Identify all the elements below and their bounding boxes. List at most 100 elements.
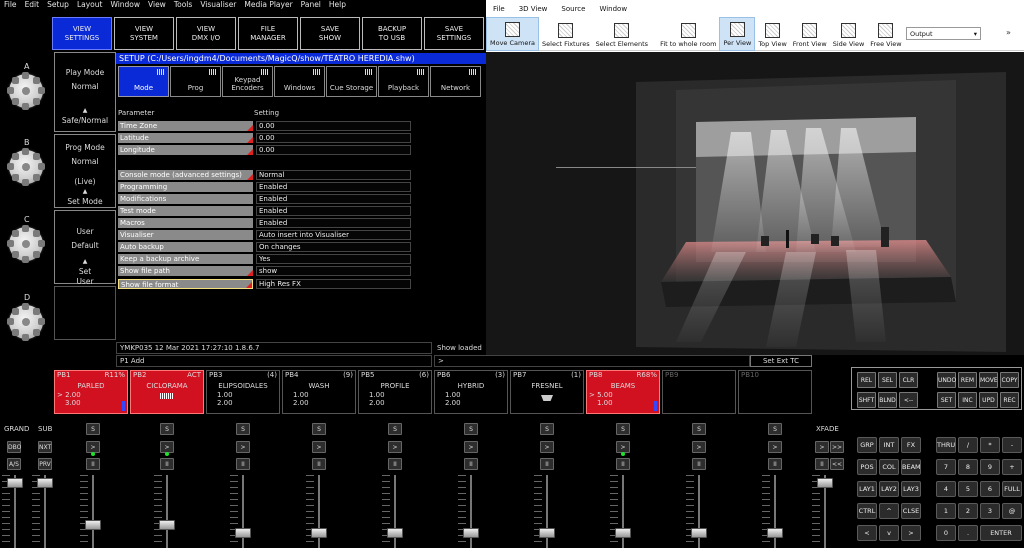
user-box[interactable]: User Default ▲ Set User [54,210,116,286]
fader-go-button[interactable]: > [464,441,478,453]
encoder-knob-icon[interactable] [7,72,45,110]
menu-item-10[interactable]: Help [325,0,350,10]
keypad-key[interactable]: 3 [980,503,1000,519]
fader-handle[interactable] [387,528,403,538]
fader-handle[interactable] [691,528,707,538]
pad-button[interactable]: SEL [878,372,897,388]
menu-item-6[interactable]: Tools [170,0,196,10]
menu-item-8[interactable]: Media Player [240,0,296,10]
menu-item-0[interactable]: File [0,0,21,10]
vis-menu-item[interactable]: File [486,0,512,15]
top-button-0[interactable]: VIEW SETTINGS [52,17,112,50]
param-value[interactable]: 0.00 [256,121,411,131]
tab-3[interactable]: Windows [274,66,325,97]
tab-2[interactable]: Keypad Encoders [222,66,273,97]
param-value[interactable]: Yes [256,254,411,264]
fader-pause-button[interactable]: II [160,458,174,470]
keypad-key[interactable]: BEAM [901,459,921,475]
menu-item-2[interactable]: Setup [43,0,73,10]
vis-tool-7[interactable]: Side View [830,17,868,51]
fader-go-button[interactable]: > [236,441,250,453]
keypad-key[interactable]: + [1002,459,1022,475]
menu-item-9[interactable]: Panel [297,0,325,10]
menu-item-7[interactable]: Visualiser [196,0,240,10]
tab-5[interactable]: Playback [378,66,429,97]
param-value[interactable]: Auto insert into Visualiser [256,230,411,240]
vis-tool-1[interactable]: Select Fixtures [539,17,593,51]
prog-mode-box[interactable]: Prog Mode Normal (Live) ▲ Set Mode [54,134,116,208]
param-value[interactable]: On changes [256,242,411,252]
keypad-key[interactable]: POS [857,459,877,475]
vis-menu-item[interactable]: 3D View [512,0,555,15]
fader-handle[interactable] [615,528,631,538]
fader-go-button[interactable]: > [312,441,326,453]
fader-pause-button[interactable]: II [692,458,706,470]
menu-item-3[interactable]: Layout [73,0,107,10]
keypad-key[interactable]: * [980,437,1000,453]
keypad-key[interactable]: COL [879,459,899,475]
output-select[interactable]: Output ▾ [906,27,981,40]
playback-pb7[interactable]: PB7 (1) FRESNEL [510,370,584,414]
param-value[interactable]: High Res FX [256,279,411,289]
pad-button[interactable]: CLR [899,372,918,388]
param-value[interactable]: Normal [256,170,411,180]
pad-button[interactable]: REM [958,372,977,388]
toolbar-overflow-icon[interactable]: » [1006,28,1011,37]
playback-pb9[interactable]: PB9 [662,370,736,414]
keypad-key[interactable]: 4 [936,481,956,497]
playback-pb6[interactable]: PB6 (3) HYBRID 1.00 2.00 [434,370,508,414]
vis-tool-8[interactable]: Free View [867,17,904,51]
fader-s-button[interactable]: S [464,423,478,435]
play-mode-box[interactable]: Play Mode Normal ▲ Safe/Normal [54,52,116,132]
keypad-key[interactable]: LAY1 [857,481,877,497]
param-row[interactable]: Test mode Enabled [118,206,411,216]
pad-button[interactable]: COPY [1000,372,1019,388]
keypad-key[interactable]: 6 [980,481,1000,497]
keypad-key[interactable]: @ [1002,503,1022,519]
encoder-knob-icon[interactable] [7,225,45,263]
fader-pause-button[interactable]: II [388,458,402,470]
keypad-key[interactable]: / [958,437,978,453]
command-line[interactable]: P1 Add [116,355,432,367]
keypad-key[interactable]: 8 [958,459,978,475]
fader-handle[interactable] [539,528,555,538]
menu-item-4[interactable]: Window [106,0,144,10]
vis-tool-2[interactable]: Select Elements [593,17,651,51]
fader-go-button[interactable]: > [540,441,554,453]
param-value[interactable]: show [256,266,411,276]
pad-button[interactable]: MOVE [979,372,998,388]
param-value[interactable]: Enabled [256,206,411,216]
playback-pb1[interactable]: PB1 R11% PARLED > 2.00 3.00 [54,370,128,414]
next-button[interactable]: NXT [38,441,52,453]
tab-1[interactable]: Prog [170,66,221,97]
keypad-key[interactable]: GRP [857,437,877,453]
fader-s-button[interactable]: S [236,423,250,435]
vis-tool-4[interactable]: Per View [719,17,756,51]
param-row[interactable]: Programming Enabled [118,182,411,192]
fader-handle[interactable] [37,478,53,488]
pad-button[interactable]: <-- [899,392,918,408]
pad-button[interactable]: SHFT [857,392,876,408]
fader-pause-button[interactable]: II [312,458,326,470]
keypad-key[interactable]: - [1002,437,1022,453]
fader-pause-button[interactable]: II [236,458,250,470]
encoder-knob-icon[interactable] [7,148,45,186]
tab-4[interactable]: Cue Storage [326,66,377,97]
pad-button[interactable]: UPD [979,392,998,408]
prev-button[interactable]: PRV [38,458,52,470]
fader-handle[interactable] [311,528,327,538]
keypad-key[interactable]: CTRL [857,503,877,519]
menu-item-5[interactable]: View [144,0,170,10]
keypad-key[interactable]: FULL [1002,481,1022,497]
keypad-key[interactable]: 1 [936,503,956,519]
param-value[interactable]: Enabled [256,182,411,192]
xfade-pause-button[interactable]: II [815,458,829,470]
param-row[interactable]: Keep a backup archive Yes [118,254,411,264]
keypad-key[interactable]: > [901,525,921,541]
param-value[interactable]: 0.00 [256,145,411,155]
keypad-key[interactable]: ^ [879,503,899,519]
set-ext-tc-button[interactable]: Set Ext TC [750,355,812,367]
pad-button[interactable]: REC [1000,392,1019,408]
keypad-key[interactable]: < [857,525,877,541]
param-row[interactable]: Modifications Enabled [118,194,411,204]
